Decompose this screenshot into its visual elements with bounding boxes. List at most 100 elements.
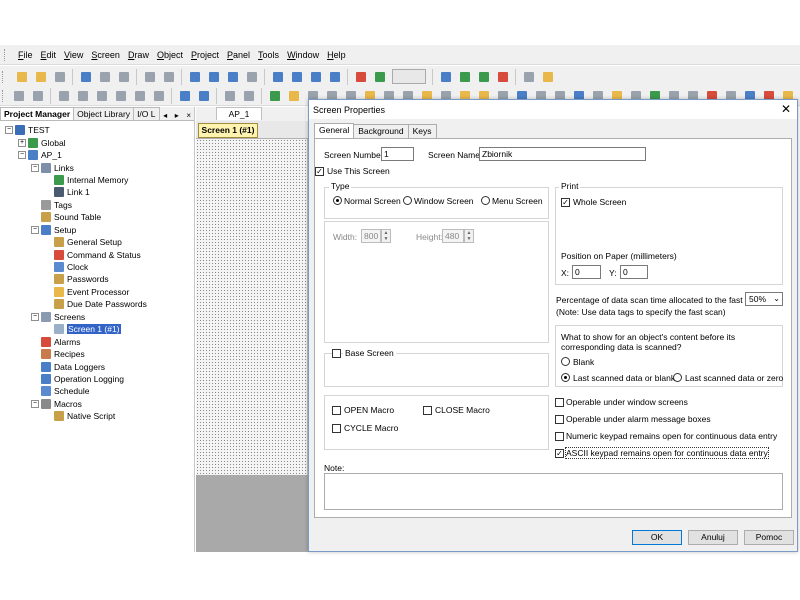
toolbar-button-icon[interactable] bbox=[244, 69, 260, 85]
toolbar-button-icon[interactable] bbox=[521, 69, 537, 85]
x-field[interactable]: 0 bbox=[572, 265, 601, 279]
toolbar-button-icon[interactable] bbox=[308, 69, 324, 85]
note-scrollbar[interactable] bbox=[773, 475, 781, 508]
toolbar-button-icon[interactable] bbox=[438, 69, 454, 85]
collapse-icon[interactable]: − bbox=[31, 163, 39, 172]
tree-item[interactable]: Event Processor bbox=[0, 286, 194, 298]
menubar-grip[interactable] bbox=[4, 48, 8, 61]
toolbar-button-icon[interactable] bbox=[161, 69, 177, 85]
tree-item[interactable]: − Setup bbox=[0, 224, 194, 236]
menu-item-object[interactable]: Object bbox=[153, 50, 187, 60]
toolbar-button-icon[interactable] bbox=[476, 69, 492, 85]
collapse-icon[interactable]: − bbox=[31, 312, 39, 321]
note-textarea[interactable] bbox=[324, 473, 783, 510]
toolbar-grip[interactable] bbox=[2, 70, 6, 83]
tab-io-list[interactable]: I/O L bbox=[133, 107, 160, 120]
whole-screen-checkbox[interactable]: ✓ bbox=[561, 198, 570, 207]
collapse-icon[interactable]: − bbox=[18, 151, 26, 160]
cancel-button[interactable]: Anuluj bbox=[688, 530, 738, 545]
window-screen-radio[interactable] bbox=[403, 196, 412, 205]
toolbar-button-icon[interactable] bbox=[241, 88, 257, 104]
y-field[interactable]: 0 bbox=[620, 265, 648, 279]
width-spinner[interactable]: ▲ ▼ bbox=[381, 229, 391, 243]
menu-item-screen[interactable]: Screen bbox=[87, 50, 124, 60]
menu-item-help[interactable]: Help bbox=[323, 50, 350, 60]
numeric-keypad-checkbox[interactable] bbox=[555, 432, 564, 441]
width-field[interactable]: 800 bbox=[361, 229, 381, 243]
toolbar-button-icon[interactable] bbox=[151, 88, 167, 104]
tree-item[interactable]: Internal Memory bbox=[0, 174, 194, 186]
toolbar-grip[interactable] bbox=[2, 89, 3, 102]
last-or-zero-radio[interactable] bbox=[673, 373, 682, 382]
toolbar-combo[interactable] bbox=[392, 69, 426, 84]
tree-item[interactable]: Sound Table bbox=[0, 211, 194, 223]
tab-project-manager[interactable]: Project Manager bbox=[0, 107, 75, 120]
height-spinner[interactable]: ▲ ▼ bbox=[464, 229, 474, 243]
menu-item-file[interactable]: File bbox=[14, 50, 37, 60]
tree-item[interactable]: Due Date Passwords bbox=[0, 298, 194, 310]
menu-item-tools[interactable]: Tools bbox=[254, 50, 283, 60]
close-icon[interactable]: ✕ bbox=[779, 102, 793, 116]
tree-item[interactable]: − Screens bbox=[0, 311, 194, 323]
expand-icon[interactable]: + bbox=[18, 138, 26, 147]
panel-scroll-right-icon[interactable]: ▸ bbox=[172, 111, 182, 120]
tree-item[interactable]: Clock bbox=[0, 261, 194, 273]
tab-ap1[interactable]: AP_1 bbox=[216, 107, 262, 120]
ok-button[interactable]: OK bbox=[632, 530, 682, 545]
tree-item[interactable]: Data Loggers bbox=[0, 360, 194, 372]
collapse-icon[interactable]: − bbox=[31, 399, 39, 408]
toolbar-button-icon[interactable] bbox=[33, 69, 49, 85]
toolbar-button-icon[interactable] bbox=[113, 88, 129, 104]
toolbar-button-icon[interactable] bbox=[56, 88, 72, 104]
scan-percentage-select[interactable]: 50% ⌄ bbox=[745, 292, 783, 306]
menu-item-panel[interactable]: Panel bbox=[223, 50, 254, 60]
open-macro-checkbox[interactable] bbox=[332, 406, 341, 415]
last-or-blank-radio[interactable] bbox=[561, 373, 570, 382]
tree-item[interactable]: Link 1 bbox=[0, 186, 194, 198]
tab-keys[interactable]: Keys bbox=[407, 124, 437, 139]
tree-item[interactable]: Recipes bbox=[0, 348, 194, 360]
toolbar-button-icon[interactable] bbox=[222, 88, 238, 104]
toolbar-button-icon[interactable] bbox=[196, 88, 212, 104]
toolbar-button-icon[interactable] bbox=[78, 69, 94, 85]
toolbar-button-icon[interactable] bbox=[94, 88, 110, 104]
tree-item[interactable]: Command & Status bbox=[0, 248, 194, 260]
operable-window-checkbox[interactable] bbox=[555, 398, 564, 407]
toolbar-button-icon[interactable] bbox=[116, 69, 132, 85]
ascii-keypad-checkbox[interactable]: ✓ bbox=[555, 449, 564, 458]
use-this-screen-checkbox[interactable]: ✓ bbox=[315, 167, 324, 176]
dialog-titlebar[interactable]: Screen Properties ✕ bbox=[309, 100, 797, 119]
screen-name-field[interactable]: Zbiornik bbox=[479, 147, 646, 161]
menu-item-view[interactable]: View bbox=[60, 50, 87, 60]
toolbar-button-icon[interactable] bbox=[187, 69, 203, 85]
tree-item[interactable]: Passwords bbox=[0, 273, 194, 285]
tree-item[interactable]: General Setup bbox=[0, 236, 194, 248]
collapse-icon[interactable]: − bbox=[5, 126, 13, 135]
menu-item-edit[interactable]: Edit bbox=[37, 50, 61, 60]
tree-item[interactable]: Tags bbox=[0, 199, 194, 211]
tree-item[interactable]: Alarms bbox=[0, 335, 194, 347]
tree-item[interactable]: Screen 1 (#1) bbox=[0, 323, 194, 335]
tree-item[interactable]: − TEST bbox=[0, 124, 194, 136]
help-button[interactable]: Pomoc bbox=[744, 530, 794, 545]
toolbar-button-icon[interactable] bbox=[327, 69, 343, 85]
toolbar-button-icon[interactable] bbox=[52, 69, 68, 85]
toolbar-button-icon[interactable] bbox=[267, 88, 283, 104]
toolbar-button-icon[interactable] bbox=[353, 69, 369, 85]
toolbar-button-icon[interactable] bbox=[495, 69, 511, 85]
tree-item[interactable]: Operation Logging bbox=[0, 373, 194, 385]
toolbar-button-icon[interactable] bbox=[286, 88, 302, 104]
toolbar-button-icon[interactable] bbox=[14, 69, 30, 85]
tree-item[interactable]: Schedule bbox=[0, 385, 194, 397]
tab-object-library[interactable]: Object Library bbox=[73, 107, 135, 120]
tab-general[interactable]: General bbox=[314, 123, 355, 138]
toolbar-button-icon[interactable] bbox=[142, 69, 158, 85]
cycle-macro-checkbox[interactable] bbox=[332, 424, 341, 433]
toolbar-button-icon[interactable] bbox=[97, 69, 113, 85]
toolbar-button-icon[interactable] bbox=[289, 69, 305, 85]
toolbar-button-icon[interactable] bbox=[372, 69, 388, 85]
toolbar-button-icon[interactable] bbox=[270, 69, 286, 85]
toolbar-button-icon[interactable] bbox=[177, 88, 193, 104]
close-macro-checkbox[interactable] bbox=[423, 406, 432, 415]
menu-item-window[interactable]: Window bbox=[283, 50, 323, 60]
